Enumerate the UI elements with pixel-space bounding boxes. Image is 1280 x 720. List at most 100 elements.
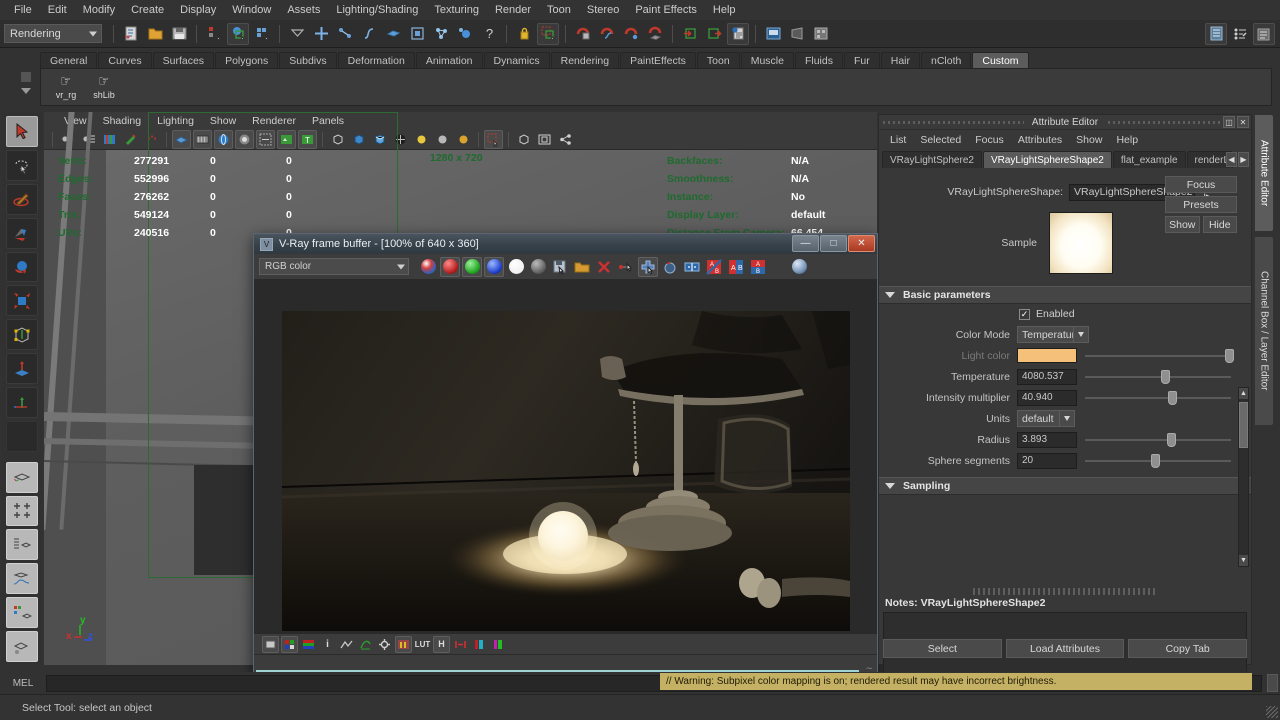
shelf-tab-surfaces[interactable]: Surfaces [152,52,215,69]
persp-trax-layout[interactable] [6,631,38,662]
maximize-button[interactable]: □ [820,235,847,252]
soft-modification-tool[interactable] [6,353,38,385]
shelf-tab-fluids[interactable]: Fluids [794,52,843,69]
view-ab-horizontal-icon[interactable] [682,257,702,277]
ae-tab-vraylightsphereshape2[interactable]: VRayLightSphereShape2 [982,151,1112,168]
snap-magnet-point-icon[interactable] [620,23,642,45]
snap-magnet-grid-icon[interactable] [572,23,594,45]
snap-to-grids-icon[interactable] [310,23,332,45]
single-perspective-view-layout[interactable] [6,461,38,493]
scale-tool[interactable] [6,285,38,317]
show-pixel-info-icon[interactable] [789,257,809,277]
universal-manipulator-tool[interactable] [6,319,38,351]
xray-joints-icon[interactable] [256,129,275,149]
open-scene-icon[interactable] [144,23,166,45]
two-d-pan-zoom-icon[interactable] [121,130,140,149]
tab-next-icon[interactable]: ▶ [1238,152,1249,167]
select-by-component-icon[interactable] [251,23,273,45]
show-curve-icon[interactable] [338,636,355,653]
close-panel-button[interactable]: ✕ [1237,116,1249,128]
dynamics-icon[interactable] [454,23,476,45]
viewport-menu-shading[interactable]: Shading [95,115,150,127]
light-color-slider[interactable] [1085,348,1235,364]
four-view-layout[interactable] [6,495,38,527]
shelf-tab-muscle[interactable]: Muscle [740,52,794,69]
color-mode-dropdown[interactable]: Temperature [1017,326,1089,343]
viewport-menu-show[interactable]: Show [202,115,244,127]
tool-settings-toggle-icon[interactable] [1229,23,1251,45]
show-info-icon[interactable]: i [319,636,336,653]
close-button[interactable]: ✕ [848,235,875,252]
command-output-scroll[interactable] [1267,674,1278,692]
viewport-menu-renderer[interactable]: Renderer [244,115,304,127]
make-live-icon[interactable] [430,23,452,45]
menu-render[interactable]: Render [487,1,539,19]
hypershade-persp-layout[interactable] [6,597,38,629]
blue-channel-strip-icon[interactable] [471,636,488,653]
shelf-tab-dynamics[interactable]: Dynamics [483,52,550,69]
presets-button[interactable]: Presets [1165,196,1237,213]
command-language-label[interactable]: MEL [0,678,46,689]
red-channel-icon[interactable] [440,256,460,277]
ae-tab-vraylightsphere2[interactable]: VRayLightSphere2 [882,151,982,168]
save-image-icon[interactable] [550,257,570,277]
show-manipulator-tool[interactable] [6,387,38,419]
snap-to-points-icon[interactable] [358,23,380,45]
wireframe-shading-icon[interactable]: T [298,129,317,149]
snap-to-curves-icon[interactable] [334,23,356,45]
channel-selector[interactable]: RGB color [259,258,409,275]
viewport-menu-panels[interactable]: Panels [304,115,352,127]
render-settings-icon[interactable] [810,23,832,45]
smooth-shade-textured-icon[interactable] [370,130,389,149]
snap-to-projected-center-icon[interactable] [406,23,428,45]
single-perspective-icon[interactable] [514,130,533,149]
color-corrections-icon[interactable] [395,635,412,653]
show-srgb-icon[interactable] [262,635,279,653]
section-sampling[interactable]: Sampling [879,477,1251,495]
resolution-gate-icon[interactable] [193,129,212,149]
persp-graph-editor-layout[interactable] [6,563,38,595]
lut-icon[interactable]: LUT [414,636,431,653]
menu-set-selector[interactable]: Rendering [4,24,102,43]
load-image-icon[interactable] [572,257,592,277]
enabled-checkbox[interactable]: ✓ [1019,308,1030,320]
channel-box-toggle-icon[interactable] [1253,22,1275,45]
section-basic-parameters[interactable]: Basic parameters [879,286,1251,304]
rgb-channel-icon[interactable] [418,257,438,277]
paint-select-tool[interactable] [6,183,38,215]
script-editor-icon[interactable] [727,22,749,45]
menu-display[interactable]: Display [172,1,224,19]
copy-tab-button[interactable]: Copy Tab [1128,639,1248,658]
texture-icon[interactable] [277,129,296,149]
rendered-image[interactable] [282,311,850,631]
tab-prev-icon[interactable]: ◀ [1226,152,1237,167]
scroll-down-icon[interactable]: ▼ [1239,555,1248,566]
ae-menu-selected[interactable]: Selected [913,134,968,146]
scrollbar-thumb[interactable] [1239,402,1248,448]
radius-slider[interactable] [1085,432,1231,448]
horizontal-flip-icon[interactable] [452,636,469,653]
snap-magnet-curve-icon[interactable] [596,23,618,45]
ipr-render-icon[interactable] [786,23,808,45]
select-by-hierarchy-icon[interactable] [203,23,225,45]
menu-window[interactable]: Window [224,1,279,19]
menu-assets[interactable]: Assets [279,1,328,19]
minimize-button[interactable]: — [792,235,819,252]
shelf-tab-polygons[interactable]: Polygons [215,52,279,69]
shelf-button-vr-rg[interactable]: ☞ vr_rg [47,69,85,105]
smooth-shade-all-icon[interactable] [349,130,368,149]
lasso-select-tool[interactable] [6,149,38,181]
slider-handle[interactable] [1150,453,1160,468]
isolate-select-icon[interactable] [484,129,503,149]
menu-paint-effects[interactable]: Paint Effects [627,1,705,19]
shadows-icon[interactable] [454,130,473,149]
force-color-clamp-icon[interactable] [660,257,680,277]
green-channel-icon[interactable] [462,256,482,277]
float-panel-button[interactable]: ◫ [1223,116,1235,128]
lock-icon[interactable] [513,23,535,45]
select-by-object-icon[interactable] [227,22,249,45]
input-connection-icon[interactable] [679,23,701,45]
shelf-tab-toon[interactable]: Toon [696,52,740,69]
hide-button[interactable]: Hide [1202,216,1237,233]
shelf-tab-custom[interactable]: Custom [972,52,1029,69]
